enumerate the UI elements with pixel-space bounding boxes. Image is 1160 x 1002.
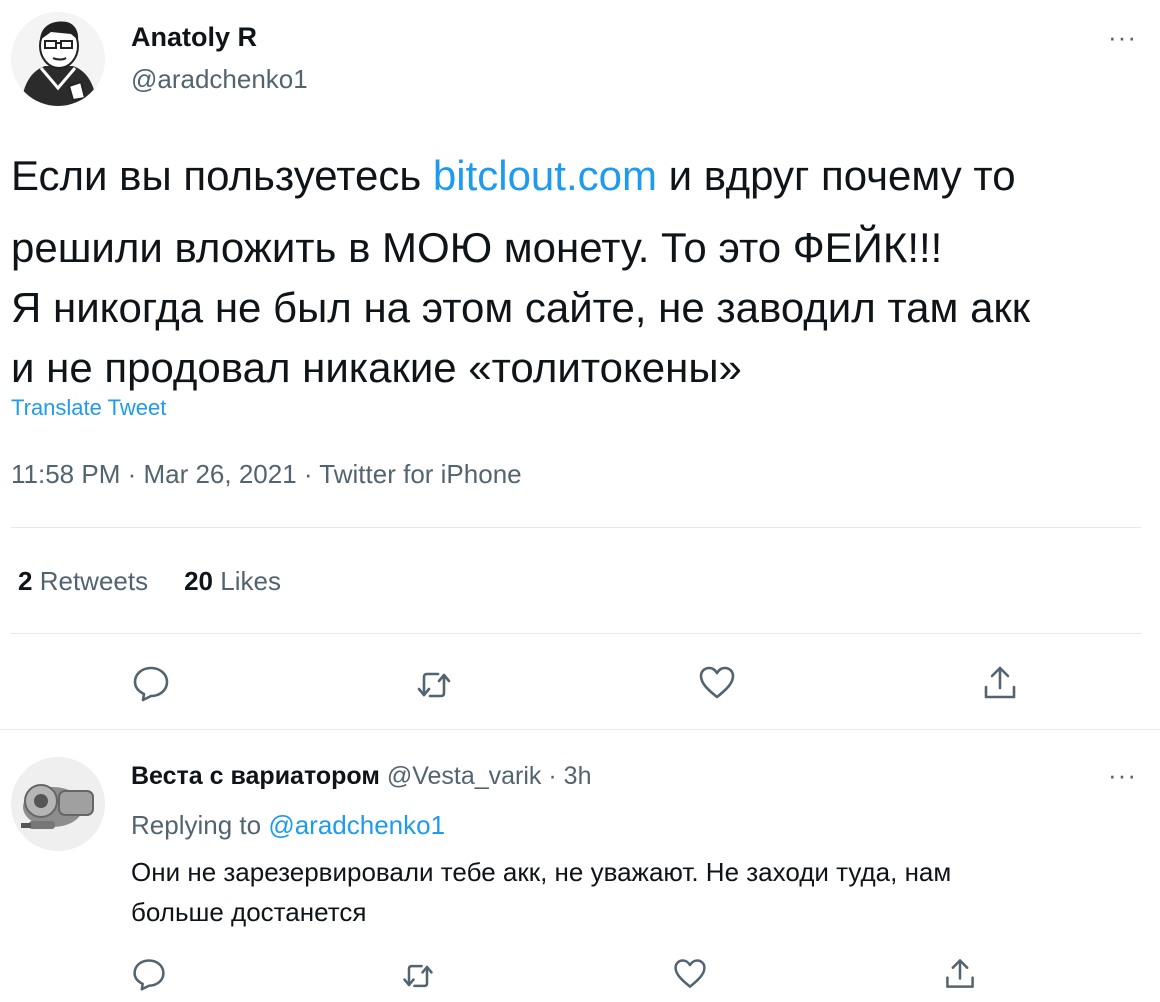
tweet-text: Если вы пользуетесь bitclout.com и вдруг…	[11, 146, 1141, 398]
reply-more-options-icon[interactable]: ···	[1108, 760, 1137, 791]
translate-tweet-link[interactable]: Translate Tweet	[11, 395, 166, 421]
reply-icon[interactable]	[131, 956, 167, 992]
reply-author-name[interactable]: Веста с вариатором	[131, 762, 380, 790]
replying-prefix: Replying to	[131, 810, 262, 840]
reply-text-line-1: Они не зарезервировали тебе акк, не уваж…	[131, 857, 952, 887]
divider	[0, 729, 1160, 730]
reply-time[interactable]: 3h	[564, 762, 592, 790]
divider	[11, 527, 1141, 528]
share-icon[interactable]	[942, 956, 978, 992]
reply-author-avatar[interactable]	[11, 757, 105, 851]
reply-header: Веста с вариатором @Vesta_varik · 3h	[131, 762, 591, 791]
retweets-count: 2	[18, 566, 33, 596]
tweet-text-line-3: Я никогда не был на этом сайте, не завод…	[11, 284, 1031, 331]
author-handle[interactable]: @aradchenko1	[131, 64, 308, 95]
reply-author-handle[interactable]: @Vesta_varik	[387, 762, 542, 790]
retweet-icon[interactable]	[400, 958, 436, 994]
reply-icon[interactable]	[131, 663, 171, 703]
likes-count: 20	[184, 566, 214, 596]
author-name[interactable]: Anatoly R	[131, 22, 257, 53]
tweet-link[interactable]: bitclout.com	[433, 152, 657, 199]
tweet-text-line-4: и не продовал никакие «толитокены»	[11, 344, 742, 391]
engagement-stats: 2 Retweets 20 Likes	[18, 566, 281, 597]
tweet-text-segment: Если вы пользуетесь	[11, 152, 433, 199]
retweets-stat[interactable]: 2 Retweets	[18, 566, 148, 596]
replying-to-handle[interactable]: @aradchenko1	[268, 810, 445, 840]
heart-icon[interactable]	[672, 956, 708, 992]
reply-separator: ·	[548, 762, 557, 790]
likes-label: Likes	[220, 566, 281, 596]
tweet-text-line-1: Если вы пользуетесь bitclout.com и вдруг…	[11, 146, 1141, 206]
tweet-text-line-2: решили вложить в МОЮ монету. То это ФЕЙК…	[11, 224, 943, 271]
tweet-text-segment: и вдруг почему то	[656, 152, 1016, 199]
more-options-icon[interactable]: ···	[1108, 22, 1137, 53]
heart-icon[interactable]	[697, 663, 737, 703]
share-icon[interactable]	[980, 663, 1020, 703]
divider	[11, 633, 1141, 634]
reply-text: Они не зарезервировали тебе акк, не уваж…	[131, 852, 1121, 932]
reply-text-line-2: больше достанется	[131, 897, 367, 927]
retweets-label: Retweets	[39, 566, 149, 596]
author-avatar[interactable]	[11, 12, 105, 106]
replying-to: Replying to @aradchenko1	[131, 810, 445, 841]
tweet-timestamp[interactable]: 11:58 PM · Mar 26, 2021 · Twitter for iP…	[11, 459, 522, 490]
likes-stat[interactable]: 20 Likes	[184, 566, 281, 596]
retweet-icon[interactable]	[414, 665, 454, 705]
